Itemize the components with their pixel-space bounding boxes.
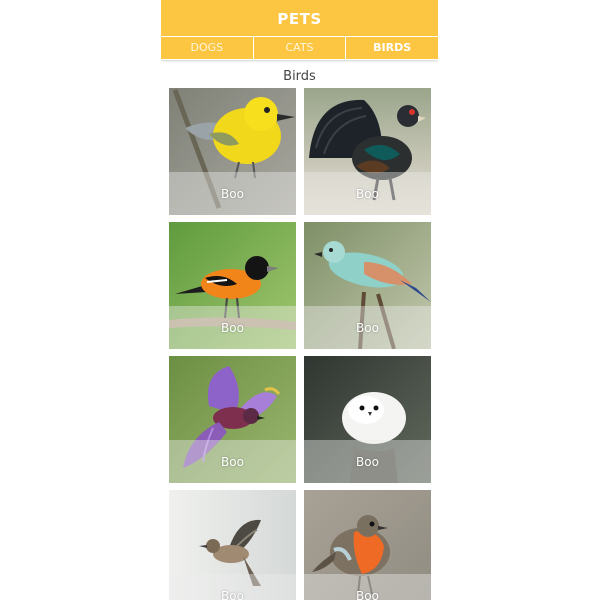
- card-name: Boo: [304, 440, 431, 483]
- tab-bar: DOGS CATS BIRDS: [161, 36, 438, 60]
- tab-cats[interactable]: CATS: [254, 37, 347, 59]
- card-name: Boo: [169, 440, 296, 483]
- pets-app: PETS DOGS CATS BIRDS Birds Boo Boo Boo B…: [161, 0, 438, 600]
- bird-card[interactable]: Boo: [169, 490, 296, 600]
- section-title: Birds: [283, 69, 316, 84]
- tab-birds[interactable]: BIRDS: [346, 37, 438, 59]
- card-name: Boo: [169, 172, 296, 215]
- bird-card[interactable]: Boo: [169, 222, 296, 349]
- card-name: Boo: [169, 574, 296, 600]
- bird-card[interactable]: Boo: [304, 88, 431, 215]
- bird-card[interactable]: Boo: [304, 356, 431, 483]
- tab-dogs[interactable]: DOGS: [161, 37, 254, 59]
- card-name: Boo: [304, 574, 431, 600]
- bird-card[interactable]: Boo: [169, 356, 296, 483]
- bird-card[interactable]: Boo: [169, 88, 296, 215]
- app-title: PETS: [161, 0, 438, 36]
- bird-card[interactable]: Boo: [304, 490, 431, 600]
- card-name: Boo: [304, 306, 431, 349]
- bird-card[interactable]: Boo: [304, 222, 431, 349]
- card-name: Boo: [169, 306, 296, 349]
- card-name: Boo: [304, 172, 431, 215]
